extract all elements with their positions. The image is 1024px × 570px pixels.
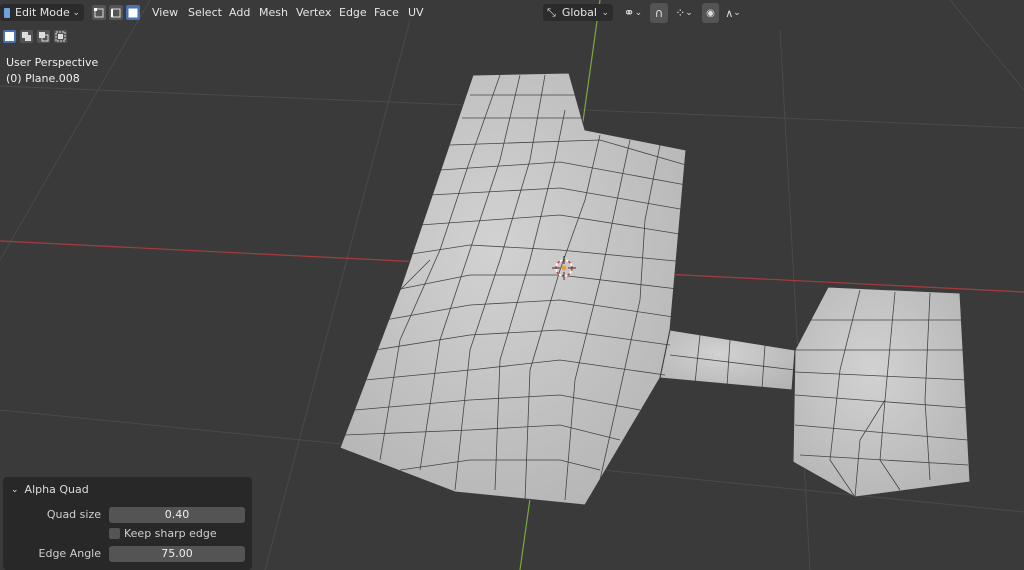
select-mode-extend-button[interactable] [20, 30, 33, 43]
face-select-button[interactable] [126, 5, 140, 20]
select-mode-set-button[interactable] [3, 30, 16, 43]
select-extend-icon [22, 32, 31, 41]
edge-angle-label: Edge Angle [38, 547, 101, 560]
chevron-down-icon: ⌄ [601, 7, 609, 18]
operator-panel: ⌄ Alpha Quad Quad size 0.40 Keep sharp e… [3, 477, 252, 570]
select-subtract-icon [39, 32, 49, 42]
operator-panel-header[interactable]: ⌄ Alpha Quad [11, 483, 89, 496]
select-mode-invert-button[interactable] [54, 30, 67, 43]
proportional-editing-toggle[interactable]: ◉ [702, 3, 719, 23]
magnet-icon: ∩ [654, 6, 664, 20]
vertex-select-button[interactable] [92, 5, 106, 20]
mode-label: Edit Mode [15, 6, 70, 19]
chevron-down-icon: ⌄ [685, 8, 693, 18]
menu-face[interactable]: Face [374, 6, 399, 19]
keep-sharp-edge-label: Keep sharp edge [124, 527, 217, 540]
mode-dropdown[interactable]: Edit Mode ⌄ [0, 4, 84, 21]
falloff-dropdown[interactable]: ∧ ⌄ [720, 3, 746, 23]
pivot-point-dropdown[interactable]: ⚭ ⌄ [620, 3, 646, 23]
quad-size-field[interactable]: 0.40 [109, 507, 245, 523]
snap-target-dropdown[interactable]: ⁘ ⌄ [670, 3, 698, 23]
keep-sharp-edge-checkbox[interactable] [109, 528, 120, 539]
mesh-object[interactable] [339, 72, 971, 506]
chevron-down-icon: ⌄ [72, 7, 80, 18]
edit-mode-icon [4, 7, 10, 18]
quad-size-label: Quad size [46, 508, 101, 521]
menu-vertex[interactable]: Vertex [296, 6, 331, 19]
chevron-down-icon: ⌄ [634, 8, 643, 18]
edge-select-icon [111, 8, 121, 18]
menu-select[interactable]: Select [188, 6, 222, 19]
face-select-icon [128, 8, 138, 18]
menu-add[interactable]: Add [229, 6, 250, 19]
pivot-icon: ⚭ [623, 5, 635, 21]
select-mode-subtract-button[interactable] [37, 30, 50, 43]
select-set-icon [5, 32, 14, 41]
view-name-label: User Perspective [6, 56, 99, 69]
operator-title: Alpha Quad [24, 483, 89, 496]
snap-toggle[interactable]: ∩ [650, 3, 668, 23]
transform-orientation-dropdown[interactable]: ⤡ Global ⌄ [543, 4, 613, 21]
menu-uv[interactable]: UV [408, 6, 424, 19]
falloff-curve-icon: ∧ [725, 6, 734, 20]
orientation-icon: ⤡ [547, 5, 556, 19]
edge-select-button[interactable] [109, 5, 123, 20]
orientation-label: Global [561, 6, 597, 19]
chevron-down-icon: ⌄ [11, 484, 19, 495]
object-name-label: (0) Plane.008 [6, 72, 80, 85]
viewport-header: Edit Mode ⌄ View Select Add Mesh Vertex … [0, 0, 1024, 26]
menu-edge[interactable]: Edge [339, 6, 367, 19]
chevron-down-icon: ⌄ [733, 8, 741, 18]
menu-view[interactable]: View [152, 6, 178, 19]
snap-grid-icon: ⁘ [675, 6, 686, 20]
edge-angle-field[interactable]: 75.00 [109, 546, 245, 562]
proportional-editing-icon: ◉ [706, 7, 715, 19]
menu-mesh[interactable]: Mesh [259, 6, 288, 19]
vertex-select-icon [94, 8, 104, 18]
select-invert-icon [55, 31, 66, 42]
